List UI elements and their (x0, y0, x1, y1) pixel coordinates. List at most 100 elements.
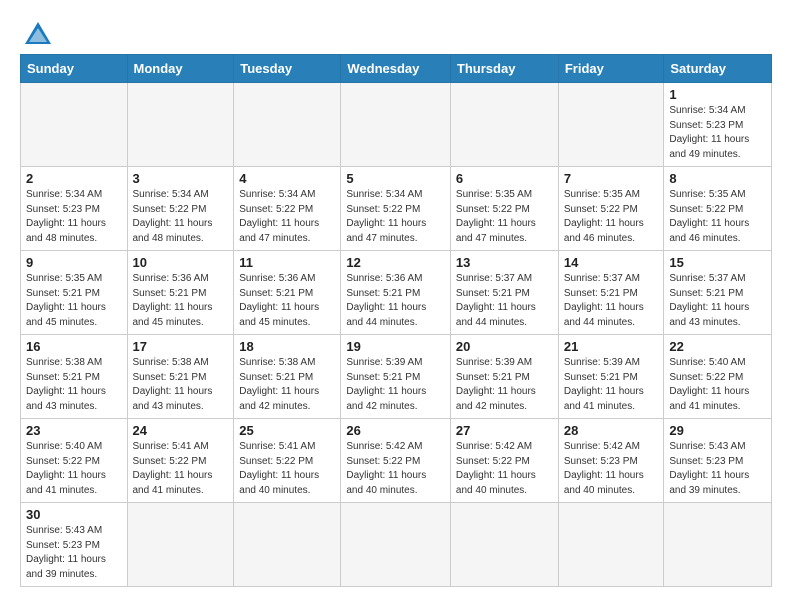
calendar-day-cell: 27Sunrise: 5:42 AM Sunset: 5:22 PM Dayli… (450, 419, 558, 503)
day-number: 14 (564, 255, 659, 270)
calendar-day-cell (664, 503, 772, 587)
logo-icon (23, 20, 53, 46)
col-header-wednesday: Wednesday (341, 55, 451, 83)
calendar-day-cell (558, 83, 664, 167)
day-info: Sunrise: 5:37 AM Sunset: 5:21 PM Dayligh… (564, 272, 659, 330)
day-info: Sunrise: 5:40 AM Sunset: 5:22 PM Dayligh… (669, 356, 766, 414)
day-number: 26 (346, 423, 445, 438)
calendar-day-cell: 13 Sunrise: 5:37 AM Sunset: 5:21 PM Dayli… (450, 251, 558, 335)
day-info: Sunrise: 5:38 AM Sunset: 5:21 PM Dayligh… (239, 356, 335, 414)
day-number: 11 (239, 255, 335, 270)
calendar-day-cell: 3Sunrise: 5:34 AM Sunset: 5:22 PM Daylig… (127, 167, 234, 251)
calendar-day-cell: 25 Sunrise: 5:41 AM Sunset: 5:22 PM Dayli… (234, 419, 341, 503)
day-info: Sunrise: 5:37 AM Sunset: 5:21 PM Dayligh… (456, 272, 553, 330)
calendar-day-cell: 1Sunrise: 5:34 AM Sunset: 5:23 PM Daylig… (664, 83, 772, 167)
calendar-day-cell: 7 Sunrise: 5:35 AM Sunset: 5:22 PM Daylig… (558, 167, 664, 251)
calendar-day-cell: 4 Sunrise: 5:34 AM Sunset: 5:22 PM Daylig… (234, 167, 341, 251)
day-number: 12 (346, 255, 445, 270)
day-number: 4 (239, 171, 335, 186)
calendar-day-cell: 30Sunrise: 5:43 AM Sunset: 5:23 PM Dayli… (21, 503, 128, 587)
calendar-day-cell (341, 503, 451, 587)
calendar-week-row: 30Sunrise: 5:43 AM Sunset: 5:23 PM Dayli… (21, 503, 772, 587)
calendar-day-cell: 5Sunrise: 5:34 AM Sunset: 5:22 PM Daylig… (341, 167, 451, 251)
day-number: 21 (564, 339, 659, 354)
day-info: Sunrise: 5:34 AM Sunset: 5:22 PM Dayligh… (239, 188, 335, 246)
day-info: Sunrise: 5:36 AM Sunset: 5:21 PM Dayligh… (346, 272, 445, 330)
day-number: 16 (26, 339, 122, 354)
calendar-day-cell (127, 83, 234, 167)
calendar-day-cell (127, 503, 234, 587)
day-number: 28 (564, 423, 659, 438)
calendar-day-cell: 21 Sunrise: 5:39 AM Sunset: 5:21 PM Dayli… (558, 335, 664, 419)
day-number: 24 (133, 423, 229, 438)
day-number: 3 (133, 171, 229, 186)
day-info: Sunrise: 5:38 AM Sunset: 5:21 PM Dayligh… (26, 356, 122, 414)
calendar-day-cell: 16 Sunrise: 5:38 AM Sunset: 5:21 PM Dayli… (21, 335, 128, 419)
logo (20, 20, 53, 46)
day-info: Sunrise: 5:35 AM Sunset: 5:22 PM Dayligh… (564, 188, 659, 246)
day-info: Sunrise: 5:40 AM Sunset: 5:22 PM Dayligh… (26, 440, 122, 498)
calendar-header-row: SundayMondayTuesdayWednesdayThursdayFrid… (21, 55, 772, 83)
day-info: Sunrise: 5:36 AM Sunset: 5:21 PM Dayligh… (239, 272, 335, 330)
day-number: 23 (26, 423, 122, 438)
calendar-day-cell (450, 503, 558, 587)
calendar-week-row: 16 Sunrise: 5:38 AM Sunset: 5:21 PM Dayli… (21, 335, 772, 419)
day-info: Sunrise: 5:39 AM Sunset: 5:21 PM Dayligh… (346, 356, 445, 414)
day-info: Sunrise: 5:41 AM Sunset: 5:22 PM Dayligh… (239, 440, 335, 498)
day-number: 20 (456, 339, 553, 354)
day-info: Sunrise: 5:35 AM Sunset: 5:22 PM Dayligh… (456, 188, 553, 246)
calendar-day-cell (21, 83, 128, 167)
day-number: 13 (456, 255, 553, 270)
calendar-day-cell: 20 Sunrise: 5:39 AM Sunset: 5:21 PM Dayli… (450, 335, 558, 419)
day-info: Sunrise: 5:42 AM Sunset: 5:23 PM Dayligh… (564, 440, 659, 498)
day-info: Sunrise: 5:42 AM Sunset: 5:22 PM Dayligh… (346, 440, 445, 498)
calendar-week-row: 1Sunrise: 5:34 AM Sunset: 5:23 PM Daylig… (21, 83, 772, 167)
day-number: 19 (346, 339, 445, 354)
day-info: Sunrise: 5:37 AM Sunset: 5:21 PM Dayligh… (669, 272, 766, 330)
day-info: Sunrise: 5:34 AM Sunset: 5:23 PM Dayligh… (26, 188, 122, 246)
day-number: 25 (239, 423, 335, 438)
day-number: 18 (239, 339, 335, 354)
calendar-table: SundayMondayTuesdayWednesdayThursdayFrid… (20, 54, 772, 587)
day-info: Sunrise: 5:43 AM Sunset: 5:23 PM Dayligh… (26, 524, 122, 582)
day-number: 6 (456, 171, 553, 186)
calendar-day-cell (558, 503, 664, 587)
page: SundayMondayTuesdayWednesdayThursdayFrid… (0, 0, 792, 597)
calendar-day-cell: 10Sunrise: 5:36 AM Sunset: 5:21 PM Dayli… (127, 251, 234, 335)
calendar-day-cell: 9Sunrise: 5:35 AM Sunset: 5:21 PM Daylig… (21, 251, 128, 335)
calendar-day-cell (341, 83, 451, 167)
calendar-week-row: 23 Sunrise: 5:40 AM Sunset: 5:22 PM Dayli… (21, 419, 772, 503)
calendar-week-row: 9Sunrise: 5:35 AM Sunset: 5:21 PM Daylig… (21, 251, 772, 335)
calendar-day-cell: 22 Sunrise: 5:40 AM Sunset: 5:22 PM Dayli… (664, 335, 772, 419)
calendar-day-cell: 24Sunrise: 5:41 AM Sunset: 5:22 PM Dayli… (127, 419, 234, 503)
calendar-day-cell: 14 Sunrise: 5:37 AM Sunset: 5:21 PM Dayli… (558, 251, 664, 335)
col-header-tuesday: Tuesday (234, 55, 341, 83)
calendar-day-cell (234, 83, 341, 167)
day-number: 2 (26, 171, 122, 186)
day-number: 17 (133, 339, 229, 354)
day-number: 10 (133, 255, 229, 270)
calendar-day-cell: 11 Sunrise: 5:36 AM Sunset: 5:21 PM Dayli… (234, 251, 341, 335)
day-info: Sunrise: 5:35 AM Sunset: 5:22 PM Dayligh… (669, 188, 766, 246)
calendar-day-cell: 12 Sunrise: 5:36 AM Sunset: 5:21 PM Dayli… (341, 251, 451, 335)
calendar-day-cell (234, 503, 341, 587)
calendar-day-cell: 2 Sunrise: 5:34 AM Sunset: 5:23 PM Daylig… (21, 167, 128, 251)
day-info: Sunrise: 5:35 AM Sunset: 5:21 PM Dayligh… (26, 272, 122, 330)
col-header-thursday: Thursday (450, 55, 558, 83)
day-number: 15 (669, 255, 766, 270)
header (20, 16, 772, 46)
col-header-friday: Friday (558, 55, 664, 83)
day-number: 27 (456, 423, 553, 438)
day-info: Sunrise: 5:39 AM Sunset: 5:21 PM Dayligh… (456, 356, 553, 414)
calendar-day-cell: 17Sunrise: 5:38 AM Sunset: 5:21 PM Dayli… (127, 335, 234, 419)
day-number: 7 (564, 171, 659, 186)
calendar-day-cell: 6 Sunrise: 5:35 AM Sunset: 5:22 PM Daylig… (450, 167, 558, 251)
day-info: Sunrise: 5:43 AM Sunset: 5:23 PM Dayligh… (669, 440, 766, 498)
day-number: 1 (669, 87, 766, 102)
calendar-day-cell: 19 Sunrise: 5:39 AM Sunset: 5:21 PM Dayli… (341, 335, 451, 419)
calendar-day-cell: 23 Sunrise: 5:40 AM Sunset: 5:22 PM Dayli… (21, 419, 128, 503)
day-info: Sunrise: 5:39 AM Sunset: 5:21 PM Dayligh… (564, 356, 659, 414)
calendar-day-cell: 29Sunrise: 5:43 AM Sunset: 5:23 PM Dayli… (664, 419, 772, 503)
day-number: 22 (669, 339, 766, 354)
calendar-week-row: 2 Sunrise: 5:34 AM Sunset: 5:23 PM Daylig… (21, 167, 772, 251)
